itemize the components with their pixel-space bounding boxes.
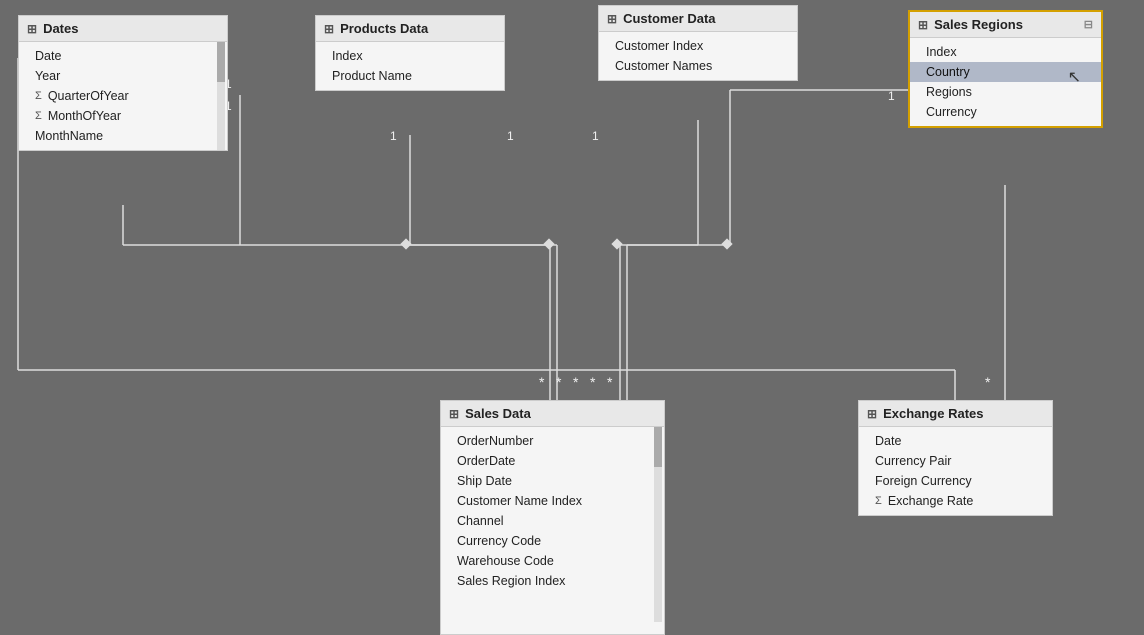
field-channel[interactable]: Channel [441, 511, 664, 531]
products-title: Products Data [340, 21, 428, 36]
svg-text:*: * [573, 374, 579, 390]
table-icon: ⊞ [918, 18, 928, 32]
table-icon: ⊞ [449, 407, 459, 421]
field-customer-name-index[interactable]: Customer Name Index [441, 491, 664, 511]
customer-title: Customer Data [623, 11, 715, 26]
sigma-icon: Σ [35, 90, 42, 102]
exchange-rates-header: ⊞ Exchange Rates [859, 401, 1052, 427]
field-er-date[interactable]: Date [859, 431, 1052, 451]
svg-text:*: * [607, 374, 613, 390]
svg-text:*: * [539, 374, 545, 390]
field-product-name[interactable]: Product Name [316, 66, 504, 86]
table-icon: ⊞ [27, 22, 37, 36]
sales-regions-header: ⊞ Sales Regions ⊟ [910, 12, 1101, 38]
field-warehouse-code[interactable]: Warehouse Code [441, 551, 664, 571]
field-customer-names[interactable]: Customer Names [599, 56, 797, 76]
svg-text:1: 1 [888, 89, 895, 103]
field-sr-regions[interactable]: Regions [910, 82, 1101, 102]
field-sr-country[interactable]: Country [910, 62, 1101, 82]
sigma-icon: Σ [875, 495, 882, 507]
table-icon: ⊞ [867, 407, 877, 421]
field-date[interactable]: Date [19, 46, 227, 66]
customer-table[interactable]: ⊞ Customer Data Customer Index Customer … [598, 5, 798, 81]
svg-text:1: 1 [592, 129, 599, 143]
dates-table-header: ⊞ Dates [19, 16, 227, 42]
field-exchange-rate[interactable]: Σ Exchange Rate [859, 491, 1052, 511]
dates-body: Date Year Σ QuarterOfYear Σ MonthOfYear … [19, 42, 227, 150]
sales-regions-table[interactable]: ⊞ Sales Regions ⊟ Index Country Regions … [908, 10, 1103, 128]
dates-table[interactable]: ⊞ Dates Date Year Σ QuarterOfYear Σ Mont… [18, 15, 228, 151]
field-ordernumber[interactable]: OrderNumber [441, 431, 664, 451]
svg-text:*: * [985, 374, 991, 390]
sigma-icon: Σ [35, 110, 42, 122]
field-monthname[interactable]: MonthName [19, 126, 227, 146]
sales-data-header: ⊞ Sales Data [441, 401, 664, 427]
field-sr-currency[interactable]: Currency [910, 102, 1101, 122]
field-currency-pair[interactable]: Currency Pair [859, 451, 1052, 471]
table-icon: ⊞ [324, 22, 334, 36]
exchange-rates-title: Exchange Rates [883, 406, 983, 421]
exchange-rates-body: Date Currency Pair Foreign Currency Σ Ex… [859, 427, 1052, 515]
field-monthofyear[interactable]: Σ MonthOfYear [19, 106, 227, 126]
products-table-header: ⊞ Products Data [316, 16, 504, 42]
sales-regions-body: Index Country Regions Currency [910, 38, 1101, 126]
field-customer-index[interactable]: Customer Index [599, 36, 797, 56]
field-orderdate[interactable]: OrderDate [441, 451, 664, 471]
field-currency-code[interactable]: Currency Code [441, 531, 664, 551]
field-year[interactable]: Year [19, 66, 227, 86]
svg-text:1: 1 [507, 129, 514, 143]
products-table[interactable]: ⊞ Products Data Index Product Name [315, 15, 505, 91]
exchange-rates-table[interactable]: ⊞ Exchange Rates Date Currency Pair Fore… [858, 400, 1053, 516]
sales-data-table[interactable]: ⊞ Sales Data OrderNumber OrderDate Ship … [440, 400, 665, 635]
customer-body: Customer Index Customer Names [599, 32, 797, 80]
table-icon: ⊞ [607, 12, 617, 26]
products-body: Index Product Name [316, 42, 504, 90]
field-ship-date[interactable]: Ship Date [441, 471, 664, 491]
field-quarterofyear[interactable]: Σ QuarterOfYear [19, 86, 227, 106]
diagram-canvas: 1 1 1 1 1 1 * * * * * * ⊞ Dates Date [0, 0, 1144, 635]
svg-text:*: * [590, 374, 596, 390]
sales-regions-title: Sales Regions [934, 17, 1023, 32]
field-foreign-currency[interactable]: Foreign Currency [859, 471, 1052, 491]
field-index[interactable]: Index [316, 46, 504, 66]
svg-text:1: 1 [390, 129, 397, 143]
field-sr-index[interactable]: Index [910, 42, 1101, 62]
sales-data-title: Sales Data [465, 406, 531, 421]
svg-text:*: * [556, 374, 562, 390]
field-sales-region-index[interactable]: Sales Region Index [441, 571, 664, 591]
sales-data-body: OrderNumber OrderDate Ship Date Customer… [441, 427, 664, 622]
collapse-icon[interactable]: ⊟ [1084, 18, 1093, 31]
dates-title: Dates [43, 21, 78, 36]
customer-table-header: ⊞ Customer Data [599, 6, 797, 32]
